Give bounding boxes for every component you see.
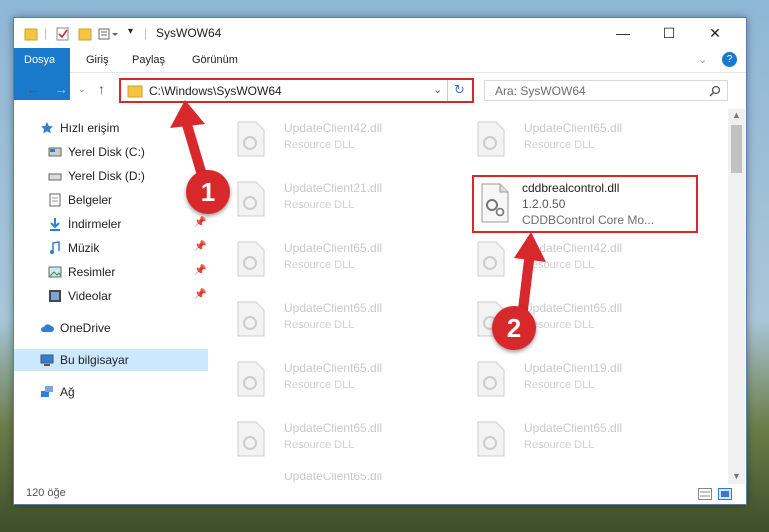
annotation-badge-1: 1 [186,170,230,214]
annotation-badge-2: 2 [492,306,536,350]
annotation-arrows [170,100,546,323]
